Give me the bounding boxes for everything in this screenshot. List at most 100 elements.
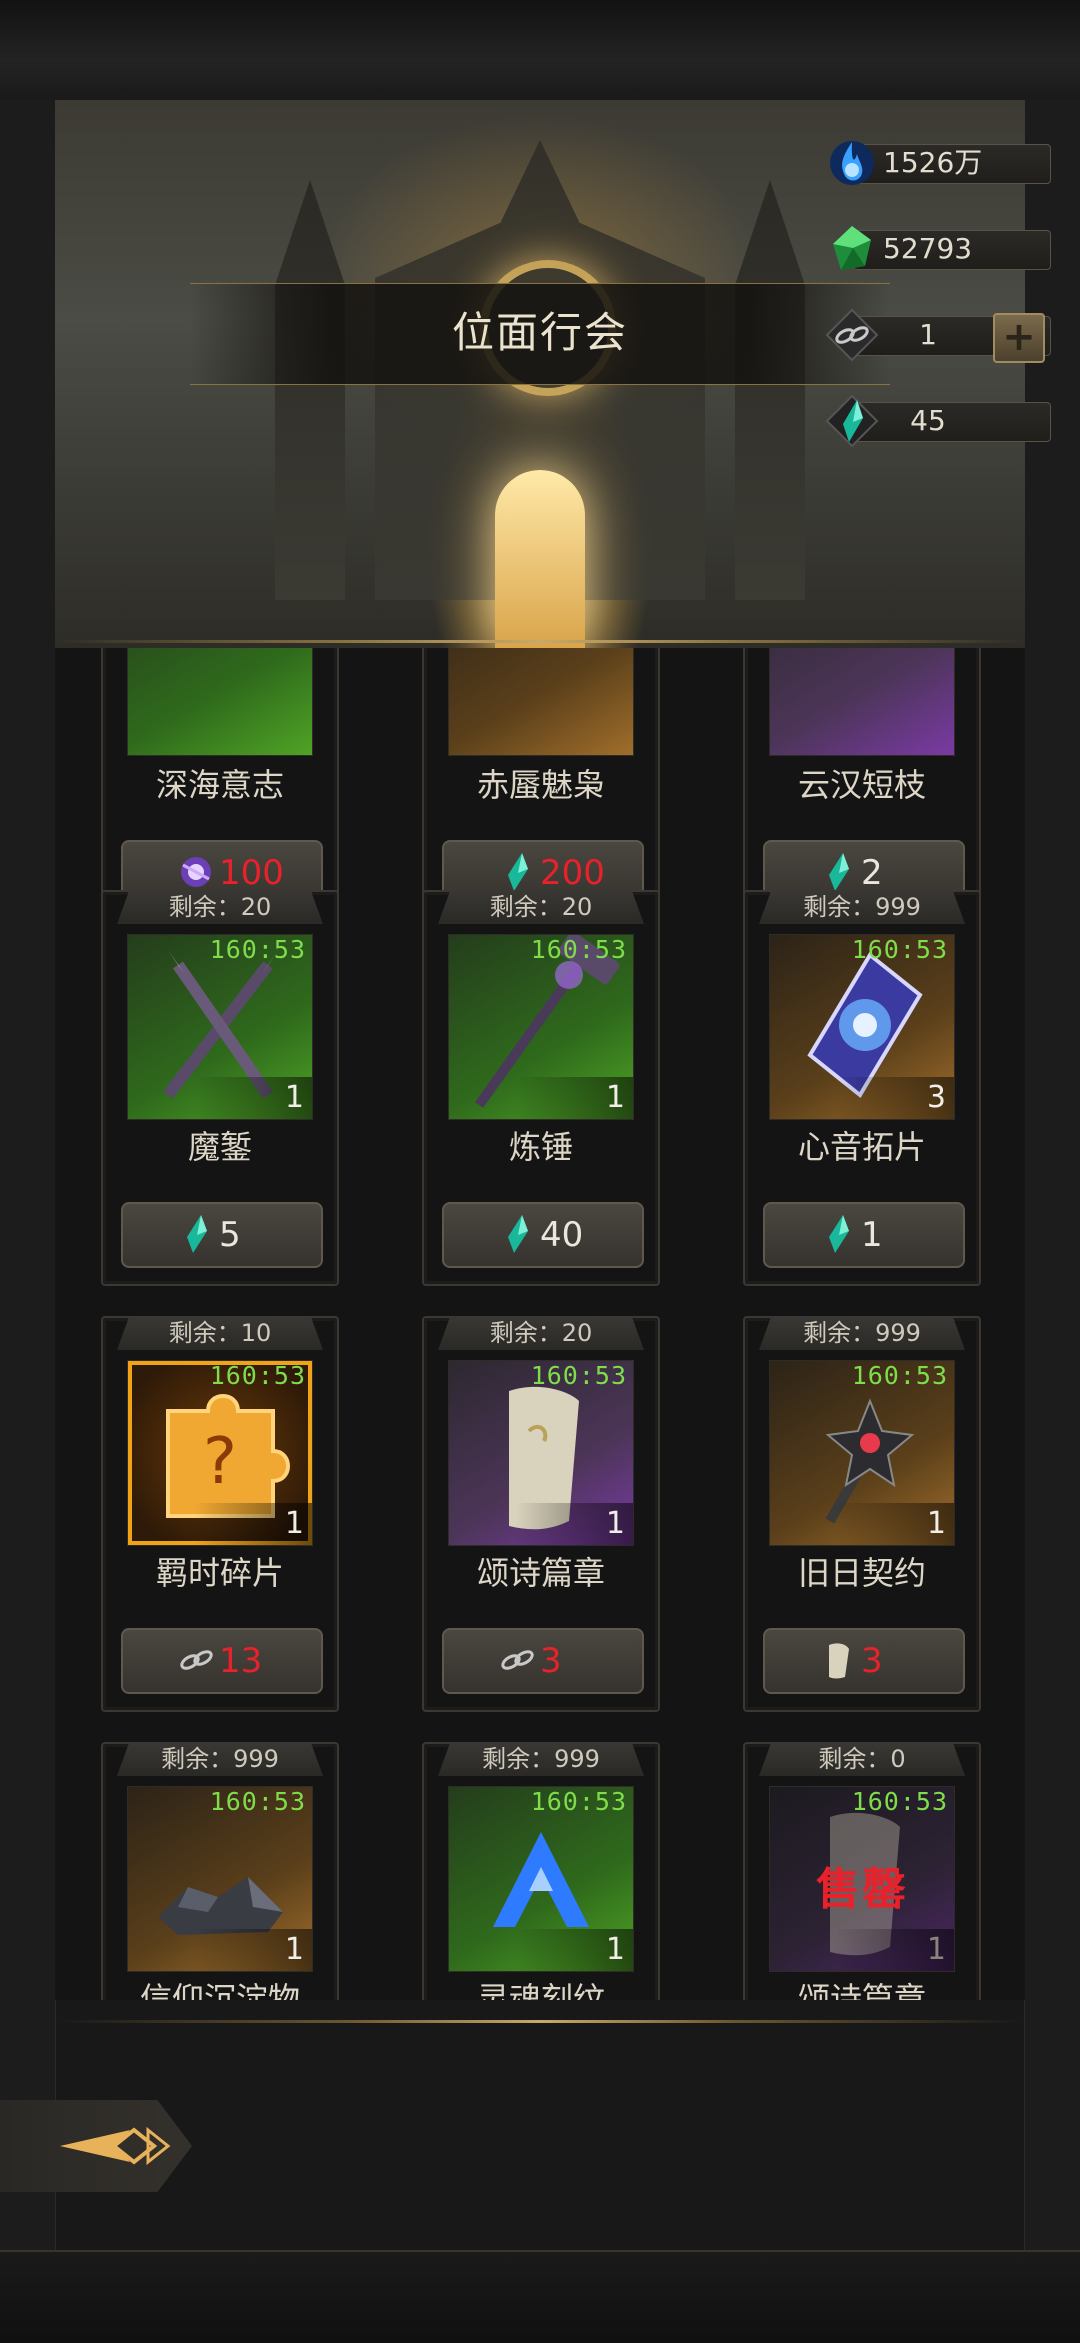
remaining-count: 剩余：999 [759,1316,965,1350]
item-quantity: 1 [194,1929,312,1971]
item-icon: 160:53 1 [127,1786,313,1972]
shop-grid: 深海意志 100 赤蜃魅枭 200 云汉短枝 2 剩余：20 160:53 1 … [55,648,1025,2000]
teal-crystal-icon [496,851,538,893]
item-icon: 160:53 1 [448,1360,634,1546]
resource-value: 1 [919,318,937,351]
green-gem-icon [823,220,881,278]
back-button[interactable] [0,2100,192,2192]
item-name: 深海意志 [155,766,284,804]
timer: 160:53 [851,1361,948,1390]
timer: 160:53 [209,1361,306,1390]
buy-button[interactable]: 5 [121,1202,323,1268]
glowing-gate [495,470,585,648]
teal-crystal-icon [496,1213,538,1255]
timer: 160:53 [209,1787,306,1816]
item-quantity: 1 [515,1929,633,1971]
remaining-count: 剩余：10 [117,1316,323,1350]
item-icon: 160:53 3 [769,934,955,1120]
item-name: 炼锤 [508,1128,573,1166]
teal-crystal-icon [817,851,859,893]
shop-item-card[interactable]: 剩余：20 160:53 1 魔錾 5 [101,890,339,1286]
header-divider [55,640,1025,643]
price-value: 3 [540,1641,562,1681]
shop-item-card[interactable]: 剩余：999 160:53 1 灵魂刻纹 [422,1742,660,2000]
buy-button[interactable]: 3 [442,1628,644,1694]
tower-right [735,180,805,600]
item-quantity: 1 [836,1503,954,1545]
item-quantity: 1 [515,1077,633,1119]
chain-link-icon [496,1639,538,1681]
teal-crystal-icon [175,1213,217,1255]
item-name: 旧日契约 [797,1554,926,1592]
remaining-count: 剩余：20 [438,890,644,924]
left-frame [0,100,56,2250]
item-icon: 160:53 1 [769,1360,955,1546]
item-quantity: 3 [836,1077,954,1119]
resource-green-gem: 52793 [823,226,1051,272]
shop-divider [55,2020,1025,2023]
shop-item-card[interactable]: 剩余：20 160:53 1 颂诗篇章 3 [422,1316,660,1712]
item-icon [769,648,955,756]
price-value: 13 [219,1641,263,1681]
purple-orb-icon [175,851,217,893]
shop-item-card[interactable]: 深海意志 100 [101,648,339,924]
item-name: 羁时碎片 [155,1554,284,1592]
shop-item-card[interactable]: 剩余：10 ? 160:53 1 羁时碎片 13 [101,1316,339,1712]
timer: 160:53 [530,1361,627,1390]
sold-out-label: 售罄 [816,1864,908,1915]
price-value: 40 [540,1215,584,1255]
item-name: 心音拓片 [797,1128,926,1166]
tower-left [275,180,345,600]
remaining-count: 剩余：20 [117,890,323,924]
timer: 160:53 [851,1787,948,1816]
remaining-count: 剩余：999 [438,1742,644,1776]
shop-item-card[interactable]: 剩余：999 160:53 1 信仰沉淀物 [101,1742,339,2000]
item-icon: 160:53 1 [127,934,313,1120]
price-value: 1 [861,1215,883,1255]
item-quantity: 1 [194,1503,312,1545]
buy-button[interactable]: 40 [442,1202,644,1268]
price-value: 5 [219,1215,241,1255]
remaining-count: 剩余：999 [117,1742,323,1776]
item-name: 信仰沉淀物 [139,1980,300,2000]
item-icon: 160:53 售罄 1 [769,1786,955,1972]
item-name: 赤蜃魅枭 [476,766,605,804]
buy-button[interactable]: 1 [763,1202,965,1268]
svg-text:?: ? [203,1425,237,1499]
shop-item-card[interactable]: 云汉短枝 2 [743,648,981,924]
item-icon: ? 160:53 1 [127,1360,313,1546]
timer: 160:53 [530,1787,627,1816]
remaining-count: 剩余：0 [759,1742,965,1776]
shop-item-card: 剩余：0 160:53 售罄 1 颂诗篇章 [743,1742,981,2000]
buy-button[interactable]: 3 [763,1628,965,1694]
item-name: 颂诗篇章 [476,1554,605,1592]
shop-item-card[interactable]: 赤蜃魅枭 200 [422,648,660,924]
timer: 160:53 [851,935,948,964]
shop-item-card[interactable]: 剩余：999 160:53 3 心音拓片 1 [743,890,981,1286]
price-value: 3 [861,1641,883,1681]
add-chain-button[interactable]: + [993,313,1045,363]
resource-flame: 1526万 [823,140,1051,186]
resource-crystal: 45 [823,394,1051,448]
shop-item-card[interactable]: 剩余：20 160:53 1 炼锤 40 [422,890,660,1286]
resource-value: 1526万 [883,146,983,179]
chain-link-icon [175,1639,217,1681]
item-name: 灵魂刻纹 [476,1980,605,2000]
buy-button[interactable]: 13 [121,1628,323,1694]
resource-value: 52793 [883,232,973,265]
shop-item-card[interactable]: 剩余：999 160:53 1 旧日契约 3 [743,1316,981,1712]
item-name: 颂诗篇章 [797,1980,926,2000]
item-icon: 160:53 1 [448,1786,634,1972]
item-icon [127,648,313,756]
timer: 160:53 [530,935,627,964]
remaining-count: 剩余：20 [438,1316,644,1350]
teal-crystal-icon [817,1213,859,1255]
back-arrow-icon [60,2126,171,2166]
timer: 160:53 [209,935,306,964]
top-frame [0,0,1080,102]
blue-flame-icon [823,134,881,192]
item-quantity: 1 [836,1929,954,1971]
item-quantity: 1 [515,1503,633,1545]
remaining-count: 剩余：999 [759,890,965,924]
item-icon [448,648,634,756]
